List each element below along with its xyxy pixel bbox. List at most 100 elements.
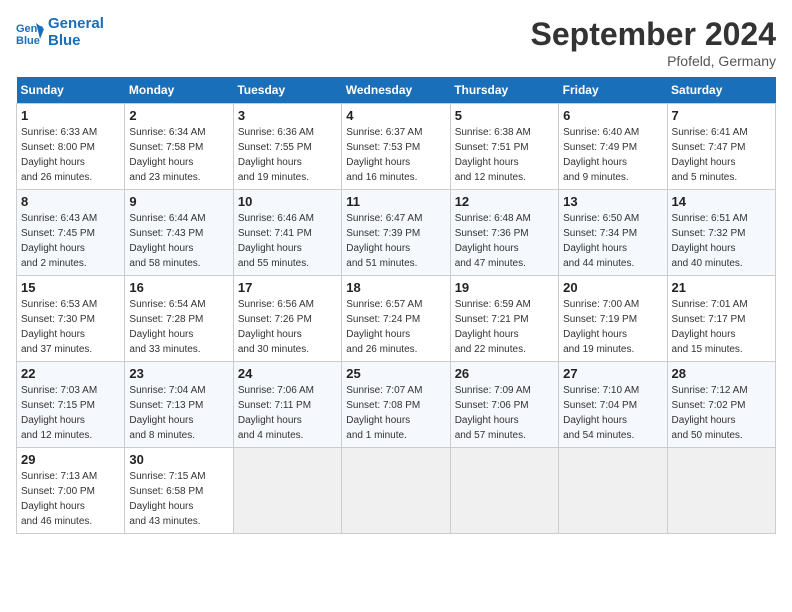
day-number: 13 — [563, 194, 662, 209]
calendar-day: 16 Sunrise: 6:54 AM Sunset: 7:28 PM Dayl… — [125, 276, 233, 362]
day-info: Sunrise: 7:04 AM Sunset: 7:13 PM Dayligh… — [129, 383, 228, 443]
day-number: 12 — [455, 194, 554, 209]
day-number: 7 — [672, 108, 771, 123]
calendar-day: 28 Sunrise: 7:12 AM Sunset: 7:02 PM Dayl… — [667, 362, 775, 448]
day-number: 20 — [563, 280, 662, 295]
calendar-day: 21 Sunrise: 7:01 AM Sunset: 7:17 PM Dayl… — [667, 276, 775, 362]
calendar-day: 25 Sunrise: 7:07 AM Sunset: 7:08 PM Dayl… — [342, 362, 450, 448]
calendar-day: 24 Sunrise: 7:06 AM Sunset: 7:11 PM Dayl… — [233, 362, 341, 448]
day-info: Sunrise: 7:07 AM Sunset: 7:08 PM Dayligh… — [346, 383, 445, 443]
logo-text: GeneralBlue — [48, 16, 104, 49]
day-number: 11 — [346, 194, 445, 209]
calendar-day: 29 Sunrise: 7:13 AM Sunset: 7:00 PM Dayl… — [17, 448, 125, 534]
calendar-day: 14 Sunrise: 6:51 AM Sunset: 7:32 PM Dayl… — [667, 190, 775, 276]
day-info: Sunrise: 7:01 AM Sunset: 7:17 PM Dayligh… — [672, 297, 771, 357]
col-header-saturday: Saturday — [667, 77, 775, 104]
calendar-day: 11 Sunrise: 6:47 AM Sunset: 7:39 PM Dayl… — [342, 190, 450, 276]
calendar-day — [667, 448, 775, 534]
day-number: 24 — [238, 366, 337, 381]
month-title: September 2024 — [531, 16, 776, 53]
calendar-week-4: 22 Sunrise: 7:03 AM Sunset: 7:15 PM Dayl… — [17, 362, 776, 448]
col-header-sunday: Sunday — [17, 77, 125, 104]
day-number: 22 — [21, 366, 120, 381]
calendar-day — [342, 448, 450, 534]
day-number: 5 — [455, 108, 554, 123]
calendar-day — [450, 448, 558, 534]
day-number: 14 — [672, 194, 771, 209]
calendar-day: 30 Sunrise: 7:15 AM Sunset: 6:58 PM Dayl… — [125, 448, 233, 534]
calendar-day: 10 Sunrise: 6:46 AM Sunset: 7:41 PM Dayl… — [233, 190, 341, 276]
day-info: Sunrise: 6:56 AM Sunset: 7:26 PM Dayligh… — [238, 297, 337, 357]
calendar-day: 23 Sunrise: 7:04 AM Sunset: 7:13 PM Dayl… — [125, 362, 233, 448]
day-number: 17 — [238, 280, 337, 295]
day-info: Sunrise: 6:47 AM Sunset: 7:39 PM Dayligh… — [346, 211, 445, 271]
calendar-day — [233, 448, 341, 534]
day-info: Sunrise: 7:13 AM Sunset: 7:00 PM Dayligh… — [21, 469, 120, 529]
calendar-day: 22 Sunrise: 7:03 AM Sunset: 7:15 PM Dayl… — [17, 362, 125, 448]
col-header-tuesday: Tuesday — [233, 77, 341, 104]
day-number: 10 — [238, 194, 337, 209]
day-number: 18 — [346, 280, 445, 295]
day-info: Sunrise: 6:38 AM Sunset: 7:51 PM Dayligh… — [455, 125, 554, 185]
calendar-day: 18 Sunrise: 6:57 AM Sunset: 7:24 PM Dayl… — [342, 276, 450, 362]
day-info: Sunrise: 6:36 AM Sunset: 7:55 PM Dayligh… — [238, 125, 337, 185]
title-block: September 2024 Pfofeld, Germany — [531, 16, 776, 69]
day-info: Sunrise: 7:10 AM Sunset: 7:04 PM Dayligh… — [563, 383, 662, 443]
col-header-thursday: Thursday — [450, 77, 558, 104]
calendar-day: 8 Sunrise: 6:43 AM Sunset: 7:45 PM Dayli… — [17, 190, 125, 276]
calendar-week-1: 1 Sunrise: 6:33 AM Sunset: 8:00 PM Dayli… — [17, 104, 776, 190]
day-number: 21 — [672, 280, 771, 295]
day-number: 19 — [455, 280, 554, 295]
calendar-day: 15 Sunrise: 6:53 AM Sunset: 7:30 PM Dayl… — [17, 276, 125, 362]
calendar-day: 20 Sunrise: 7:00 AM Sunset: 7:19 PM Dayl… — [559, 276, 667, 362]
page-header: General Blue GeneralBlue September 2024 … — [16, 16, 776, 69]
calendar-day: 12 Sunrise: 6:48 AM Sunset: 7:36 PM Dayl… — [450, 190, 558, 276]
day-info: Sunrise: 6:33 AM Sunset: 8:00 PM Dayligh… — [21, 125, 120, 185]
day-number: 6 — [563, 108, 662, 123]
day-number: 28 — [672, 366, 771, 381]
day-info: Sunrise: 6:57 AM Sunset: 7:24 PM Dayligh… — [346, 297, 445, 357]
calendar-day — [559, 448, 667, 534]
day-info: Sunrise: 6:34 AM Sunset: 7:58 PM Dayligh… — [129, 125, 228, 185]
day-info: Sunrise: 7:15 AM Sunset: 6:58 PM Dayligh… — [129, 469, 228, 529]
day-number: 27 — [563, 366, 662, 381]
day-info: Sunrise: 6:54 AM Sunset: 7:28 PM Dayligh… — [129, 297, 228, 357]
day-info: Sunrise: 7:12 AM Sunset: 7:02 PM Dayligh… — [672, 383, 771, 443]
calendar-day: 5 Sunrise: 6:38 AM Sunset: 7:51 PM Dayli… — [450, 104, 558, 190]
day-number: 23 — [129, 366, 228, 381]
day-info: Sunrise: 6:50 AM Sunset: 7:34 PM Dayligh… — [563, 211, 662, 271]
calendar-day: 4 Sunrise: 6:37 AM Sunset: 7:53 PM Dayli… — [342, 104, 450, 190]
col-header-friday: Friday — [559, 77, 667, 104]
day-info: Sunrise: 6:41 AM Sunset: 7:47 PM Dayligh… — [672, 125, 771, 185]
logo: General Blue GeneralBlue — [16, 16, 104, 49]
day-number: 9 — [129, 194, 228, 209]
day-number: 29 — [21, 452, 120, 467]
day-info: Sunrise: 7:03 AM Sunset: 7:15 PM Dayligh… — [21, 383, 120, 443]
svg-text:Blue: Blue — [16, 35, 40, 47]
calendar-week-2: 8 Sunrise: 6:43 AM Sunset: 7:45 PM Dayli… — [17, 190, 776, 276]
day-info: Sunrise: 6:44 AM Sunset: 7:43 PM Dayligh… — [129, 211, 228, 271]
day-info: Sunrise: 6:37 AM Sunset: 7:53 PM Dayligh… — [346, 125, 445, 185]
calendar-table: SundayMondayTuesdayWednesdayThursdayFrid… — [16, 77, 776, 534]
day-number: 3 — [238, 108, 337, 123]
day-number: 15 — [21, 280, 120, 295]
calendar-week-5: 29 Sunrise: 7:13 AM Sunset: 7:00 PM Dayl… — [17, 448, 776, 534]
day-info: Sunrise: 6:53 AM Sunset: 7:30 PM Dayligh… — [21, 297, 120, 357]
day-info: Sunrise: 6:46 AM Sunset: 7:41 PM Dayligh… — [238, 211, 337, 271]
day-info: Sunrise: 6:59 AM Sunset: 7:21 PM Dayligh… — [455, 297, 554, 357]
location: Pfofeld, Germany — [531, 53, 776, 69]
calendar-day: 9 Sunrise: 6:44 AM Sunset: 7:43 PM Dayli… — [125, 190, 233, 276]
calendar-week-3: 15 Sunrise: 6:53 AM Sunset: 7:30 PM Dayl… — [17, 276, 776, 362]
day-number: 1 — [21, 108, 120, 123]
calendar-day: 26 Sunrise: 7:09 AM Sunset: 7:06 PM Dayl… — [450, 362, 558, 448]
day-number: 4 — [346, 108, 445, 123]
day-info: Sunrise: 7:09 AM Sunset: 7:06 PM Dayligh… — [455, 383, 554, 443]
day-number: 8 — [21, 194, 120, 209]
day-info: Sunrise: 6:51 AM Sunset: 7:32 PM Dayligh… — [672, 211, 771, 271]
day-info: Sunrise: 7:06 AM Sunset: 7:11 PM Dayligh… — [238, 383, 337, 443]
calendar-day: 3 Sunrise: 6:36 AM Sunset: 7:55 PM Dayli… — [233, 104, 341, 190]
day-number: 2 — [129, 108, 228, 123]
calendar-day: 1 Sunrise: 6:33 AM Sunset: 8:00 PM Dayli… — [17, 104, 125, 190]
col-header-monday: Monday — [125, 77, 233, 104]
calendar-day: 2 Sunrise: 6:34 AM Sunset: 7:58 PM Dayli… — [125, 104, 233, 190]
